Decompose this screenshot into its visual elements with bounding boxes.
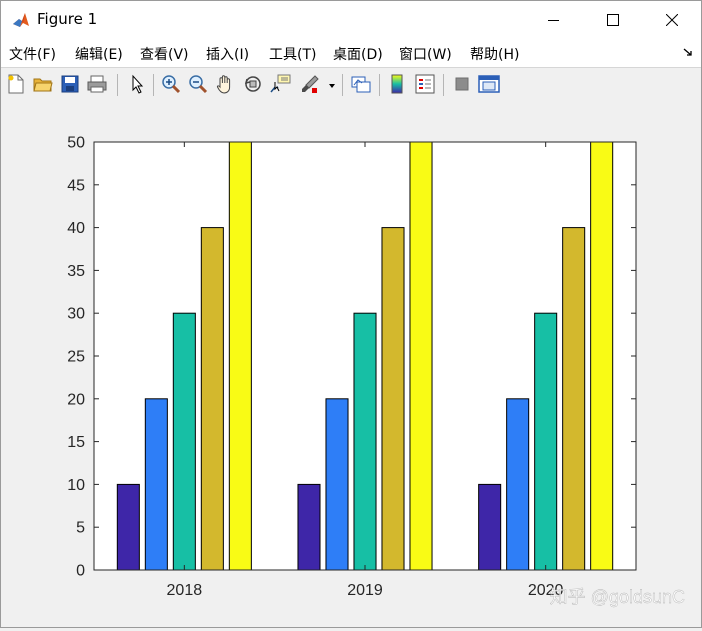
maximize-button[interactable]: [590, 1, 636, 39]
y-tick-label: 45: [67, 177, 85, 194]
link-plot-icon: [351, 76, 371, 93]
bar-2020-series-3[interactable]: [534, 312, 558, 571]
bar-2020-series-5[interactable]: [590, 141, 614, 571]
zoom-in-icon: [162, 75, 181, 94]
brush-dropdown-icon[interactable]: [328, 83, 336, 89]
y-tick-label: 5: [76, 520, 85, 537]
bar-2018-series-1[interactable]: [116, 483, 140, 571]
brush-button[interactable]: [299, 73, 321, 95]
toolbar-separator: [153, 74, 154, 96]
zoom-in-button[interactable]: [160, 73, 182, 95]
menu-edit[interactable]: 编辑(E): [75, 44, 123, 64]
brush-icon: [302, 75, 319, 93]
menu-bar: 文件(F) 编辑(E) 查看(V) 插入(I) 工具(T) 桌面(D) 窗口(W…: [1, 39, 701, 67]
watermark-text: 知乎 @goldsunC: [550, 587, 685, 607]
bar-2019-series-3[interactable]: [353, 312, 377, 571]
y-tick-label: 40: [67, 220, 85, 237]
bar-2019-series-1[interactable]: [297, 483, 321, 571]
select-arrow-button[interactable]: [126, 73, 148, 95]
open-file-button[interactable]: [32, 73, 54, 95]
colorbar-button[interactable]: [386, 73, 408, 95]
rotate-3d-icon: [244, 76, 261, 92]
bar-2019-series-4[interactable]: [381, 227, 405, 571]
open-file-icon: [33, 78, 53, 92]
save-icon: [61, 75, 79, 93]
new-figure-icon: [8, 74, 24, 94]
toolbar-separator: [443, 74, 444, 96]
menu-window[interactable]: 窗口(W): [399, 44, 452, 64]
pan-hand-button[interactable]: [214, 73, 236, 95]
zoom-out-icon: [189, 75, 208, 94]
bar-2020-series-2[interactable]: [506, 398, 530, 571]
toolbar-separator: [117, 74, 118, 96]
figure-canvas[interactable]: 0 5 10 15 20 25 30 35 40 45 50 2018 2019 2020 知乎 @go…: [1, 102, 701, 627]
link-plot-button[interactable]: [350, 73, 372, 95]
legend-icon: [415, 74, 435, 94]
y-tick-label: 25: [67, 349, 85, 366]
figure-window: Figure 1 文件(F) 编辑(E) 查看(V) 插入(I) 工具(T) 桌…: [0, 0, 702, 628]
y-tick-label: 30: [67, 306, 85, 323]
new-figure-button[interactable]: [5, 73, 27, 95]
hide-plot-tools-icon: [455, 77, 469, 91]
bar-2018-series-3[interactable]: [172, 312, 196, 571]
figure-toolbar: [1, 67, 701, 103]
close-icon: [666, 14, 678, 26]
data-cursor-icon: [270, 74, 291, 93]
bar-2019-series-2[interactable]: [325, 398, 349, 571]
bar-2018-series-2[interactable]: [144, 398, 168, 571]
show-plot-tools-icon: [478, 75, 500, 93]
print-icon: [87, 75, 107, 93]
dock-arrow-icon[interactable]: [683, 47, 693, 57]
pan-hand-icon: [216, 75, 231, 94]
maximize-icon: [607, 14, 619, 26]
matlab-logo-icon: [11, 10, 31, 30]
x-tick-label-2018: 2018: [167, 582, 203, 599]
minimize-icon: [548, 20, 559, 21]
bar-2020-series-4[interactable]: [562, 227, 586, 571]
menu-view[interactable]: 查看(V): [140, 44, 189, 64]
close-button[interactable]: [649, 1, 695, 39]
y-tick-label: 15: [67, 434, 85, 451]
window-title: Figure 1: [37, 10, 98, 28]
bar-2020-series-1[interactable]: [478, 483, 502, 571]
menu-file[interactable]: 文件(F): [9, 44, 56, 64]
toolbar-separator: [379, 74, 380, 96]
bar-2019-series-5[interactable]: [409, 141, 433, 571]
y-tick-label: 20: [67, 391, 85, 408]
y-tick-label: 10: [67, 477, 85, 494]
title-bar[interactable]: Figure 1: [1, 1, 701, 39]
data-cursor-button[interactable]: [269, 73, 291, 95]
save-button[interactable]: [59, 73, 81, 95]
bar-chart[interactable]: 05101520253035404550 2018 2019 2020 知乎 @go…: [1, 102, 701, 627]
print-button[interactable]: [86, 73, 108, 95]
menu-tools[interactable]: 工具(T): [269, 44, 316, 64]
y-tick-label: 0: [76, 563, 85, 580]
colorbar-icon: [391, 74, 403, 94]
zoom-out-button[interactable]: [187, 73, 209, 95]
hide-plot-tools-button[interactable]: [451, 73, 473, 95]
minimize-button[interactable]: [531, 1, 577, 39]
rotate-3d-button[interactable]: [242, 73, 264, 95]
bar-2018-series-5[interactable]: [228, 141, 252, 571]
show-plot-tools-button[interactable]: [478, 73, 500, 95]
menu-insert[interactable]: 插入(I): [206, 44, 249, 64]
legend-button[interactable]: [414, 73, 436, 95]
bar-2018-series-4[interactable]: [200, 227, 224, 571]
toolbar-separator: [342, 74, 343, 96]
menu-help[interactable]: 帮助(H): [470, 44, 519, 64]
menu-desktop[interactable]: 桌面(D): [333, 44, 383, 64]
select-arrow-icon: [132, 74, 144, 94]
y-tick-label: 35: [67, 263, 85, 280]
x-tick-label-2019: 2019: [347, 582, 383, 599]
y-tick-label: 50: [67, 135, 85, 152]
